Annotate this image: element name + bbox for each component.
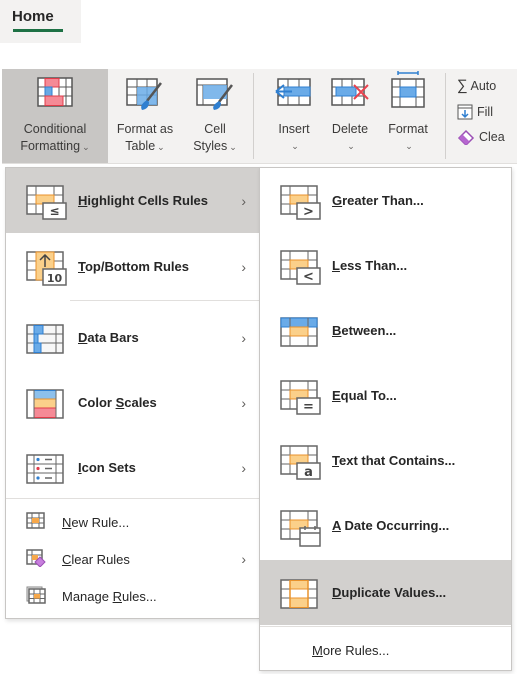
submenu-item-greater-than[interactable]: > Greater Than... (260, 168, 511, 233)
conditional-formatting-button[interactable]: Conditional Formatting ⌄ (2, 69, 108, 163)
submenu-item-equal-to[interactable]: = Equal To... (260, 363, 511, 428)
text-contains-icon: a (280, 444, 321, 480)
chevron-down-icon: ⌄ (347, 141, 355, 151)
menu-item-clear-rules[interactable]: Clear Rules › (6, 541, 260, 577)
between-icon (280, 315, 320, 347)
svg-text:=: = (303, 399, 314, 414)
cell-styles-icon (195, 77, 235, 111)
submenu-item-date-occurring[interactable]: A Date Occurring... (260, 493, 511, 558)
format-as-table-button[interactable]: Format as Table ⌄ (108, 69, 182, 163)
fill-down-icon (457, 104, 473, 120)
menu-item-top-bottom-rules[interactable]: 10 Top/Bottom Rules › (6, 234, 260, 299)
format-button[interactable]: Format ⌄ (378, 69, 438, 163)
svg-text:>: > (303, 204, 314, 219)
chevron-right-icon: › (241, 258, 246, 275)
ribbon-group-separator (253, 73, 254, 159)
conditional-formatting-label-1: Conditional (23, 122, 87, 136)
highlight-cells-rules-icon: ≤ (26, 184, 67, 220)
eraser-icon (457, 129, 475, 145)
less-than-icon: < (280, 249, 321, 285)
delete-button[interactable]: Delete ⌄ (322, 69, 378, 163)
insert-label: Insert (278, 122, 310, 136)
menu-separator (70, 300, 260, 301)
cell-styles-button[interactable]: Cell Styles ⌄ (182, 69, 248, 163)
fill-label: Fill (477, 105, 493, 119)
format-as-table-label-2: Table (125, 139, 156, 153)
fill-button[interactable]: Fill (457, 104, 493, 120)
sigma-icon: ∑ (457, 77, 468, 94)
icon-sets-icon (26, 452, 66, 484)
svg-text:≤: ≤ (49, 204, 59, 218)
svg-text:10: 10 (47, 272, 63, 285)
conditional-formatting-menu: ≤ Highlight Cells Rules › 10 Top/Bottom … (5, 167, 261, 619)
menu-item-data-bars[interactable]: Data Bars › (6, 305, 260, 370)
color-scales-icon (26, 387, 66, 419)
highlight-cells-rules-submenu: > Greater Than... < Less Than... Between… (259, 167, 512, 671)
ribbon: Conditional Formatting ⌄ Format as Table ⌄ (2, 69, 517, 164)
chevron-down-icon: ⌄ (82, 142, 90, 152)
menu-item-highlight-cells-rules[interactable]: ≤ Highlight Cells Rules › (6, 168, 260, 233)
tab-home[interactable]: Home (12, 8, 54, 25)
format-as-table-icon (125, 77, 165, 111)
duplicate-values-icon (280, 577, 320, 609)
clear-label: Clea (479, 130, 505, 144)
insert-button[interactable]: Insert ⌄ (266, 69, 322, 163)
menu-item-icon-sets[interactable]: Icon Sets › (6, 435, 260, 500)
chevron-right-icon: › (241, 394, 246, 411)
autosum-button[interactable]: ∑ Auto (457, 77, 496, 94)
submenu-item-duplicate-values[interactable]: Duplicate Values... (260, 560, 511, 625)
format-as-table-label-1: Format as (116, 122, 174, 136)
format-cells-icon (388, 71, 428, 109)
submenu-item-between[interactable]: Between... (260, 298, 511, 363)
chevron-down-icon: ⌄ (291, 141, 299, 151)
format-label: Format (388, 122, 428, 136)
conditional-formatting-label-2: Formatting (20, 139, 81, 153)
submenu-item-text-that-contains[interactable]: a Text that Contains... (260, 428, 511, 493)
chevron-right-icon: › (241, 551, 246, 567)
manage-rules-icon (26, 586, 48, 606)
chevron-down-icon: ⌄ (405, 141, 413, 151)
chevron-down-icon: ⌄ (157, 142, 165, 152)
new-rule-icon (26, 512, 48, 532)
equal-to-icon: = (280, 379, 321, 415)
chevron-right-icon: › (241, 329, 246, 346)
submenu-item-less-than[interactable]: < Less Than... (260, 233, 511, 298)
menu-item-manage-rules[interactable]: Manage Rules... (6, 578, 260, 614)
greater-than-icon: > (280, 184, 321, 220)
cell-styles-label-1: Cell (204, 122, 226, 136)
menu-separator (260, 626, 511, 627)
delete-cells-icon (330, 77, 370, 109)
autosum-label: Auto (470, 79, 497, 93)
clear-button[interactable]: Clea (457, 129, 505, 145)
menu-separator (6, 498, 260, 499)
active-tab-indicator (13, 29, 63, 32)
data-bars-icon (26, 322, 66, 354)
chevron-down-icon: ⌄ (229, 142, 237, 152)
tab-bar: Home (0, 0, 81, 43)
menu-item-new-rule[interactable]: New Rule... (6, 504, 260, 540)
date-occurring-icon (280, 509, 321, 547)
conditional-formatting-icon (37, 77, 73, 107)
clear-rules-icon (26, 549, 48, 569)
delete-label: Delete (331, 122, 369, 136)
chevron-right-icon: › (241, 459, 246, 476)
insert-cells-icon (274, 77, 314, 109)
top-bottom-rules-icon: 10 (26, 250, 67, 286)
menu-item-color-scales[interactable]: Color Scales › (6, 370, 260, 435)
cell-styles-label-2: Styles (193, 139, 228, 153)
chevron-right-icon: › (241, 192, 246, 209)
ribbon-group-separator (445, 73, 446, 159)
submenu-item-more-rules[interactable]: More Rules... (260, 630, 511, 670)
svg-text:a: a (304, 465, 313, 480)
svg-text:<: < (303, 269, 314, 284)
